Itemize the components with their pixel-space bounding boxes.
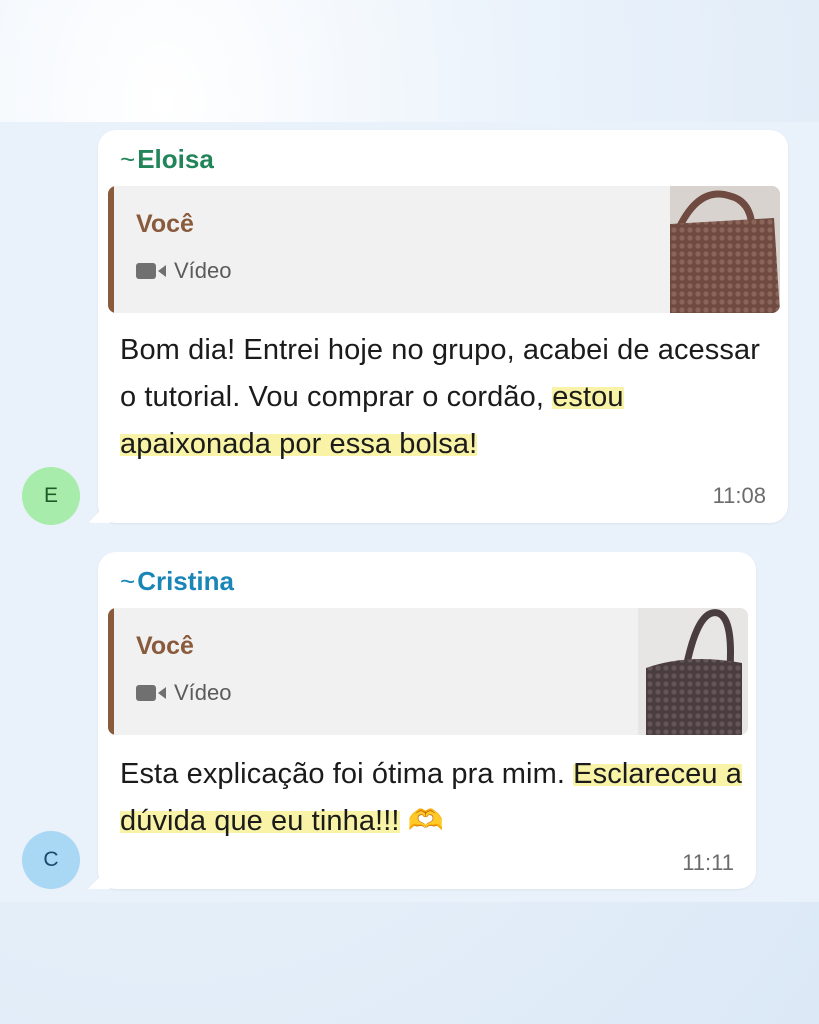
message-text: Esta explicação foi ótima pra mim. Escla… <box>120 751 750 845</box>
avatar-letter: C <box>43 848 59 871</box>
quote-type: Vídeo <box>136 258 232 284</box>
video-camera-icon <box>136 263 166 279</box>
message-time: 11:11 <box>682 850 734 875</box>
avatar-letter: E <box>43 484 58 507</box>
quote-bar <box>108 186 114 313</box>
video-camera-icon <box>136 685 166 701</box>
sender-prefix: ~ <box>120 144 136 174</box>
message-time: 11:08 <box>712 483 766 508</box>
sender-label: Cristina <box>137 566 234 596</box>
message-text-plain: Esta explicação foi ótima pra mim. <box>120 758 574 790</box>
message-text: Bom dia! Entrei hoje no grupo, acabei de… <box>120 327 780 468</box>
quote-author: Você <box>136 210 194 238</box>
quote-bar <box>108 608 114 735</box>
quote-type: Vídeo <box>136 680 232 706</box>
sender-name[interactable]: ~Cristina <box>120 566 234 597</box>
quote-author: Você <box>136 632 194 660</box>
video-thumbnail[interactable] <box>670 186 780 313</box>
avatar[interactable]: E <box>22 467 80 525</box>
sender-label: Eloisa <box>137 144 214 174</box>
sender-prefix: ~ <box>120 566 136 596</box>
avatar[interactable]: C <box>22 831 80 889</box>
message-text-plain: Bom dia! Entrei hoje no grupo, acabei de… <box>120 334 760 413</box>
quote-type-label: Vídeo <box>174 258 232 283</box>
video-thumbnail[interactable] <box>638 608 748 735</box>
quote-type-label: Vídeo <box>174 680 232 705</box>
quoted-message[interactable]: Você Vídeo <box>108 608 748 735</box>
message-bubble-cristina[interactable]: ~Cristina Você Vídeo Esta explicação foi… <box>88 552 756 889</box>
quoted-message[interactable]: Você Vídeo <box>108 186 780 313</box>
message-bubble-eloisa[interactable]: ~Eloisa Você Vídeo Bom dia! Entrei hoje … <box>88 130 788 523</box>
sender-name[interactable]: ~Eloisa <box>120 144 214 175</box>
heart-hands-emoji: 🫶 <box>407 805 444 837</box>
